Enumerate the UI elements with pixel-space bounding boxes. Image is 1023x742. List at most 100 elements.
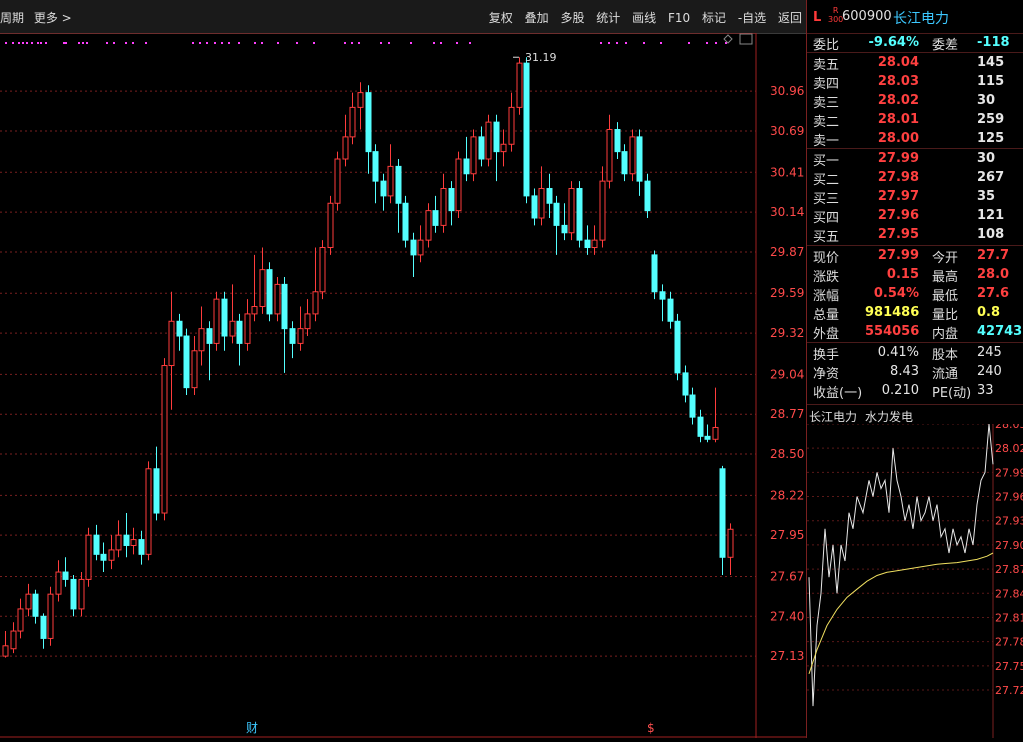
candle (508, 92, 515, 152)
bid-row[interactable]: 买二 27.98 267 (807, 168, 1023, 188)
toolbar-draw-button[interactable]: 画线 (632, 11, 656, 25)
candle-body (115, 534, 122, 551)
candle (417, 225, 424, 263)
candle-body (417, 239, 424, 256)
candle (319, 240, 326, 300)
bid-volume: 108 (977, 227, 1005, 242)
bid-row[interactable]: 买五 27.95 108 (807, 225, 1023, 245)
candle-body (304, 313, 311, 330)
toolbar-overlay-button[interactable]: 叠加 (525, 11, 549, 25)
candle (432, 195, 439, 233)
ask-row[interactable]: 卖一 28.00 125 (807, 129, 1023, 149)
candle (591, 225, 598, 255)
price-tick-label: 27.67 (770, 569, 804, 583)
stat-label: 股本 (932, 348, 959, 363)
intraday-sector[interactable]: 水力发电 (865, 408, 913, 425)
candle-body (2, 645, 9, 657)
candle-body (402, 202, 409, 241)
intraday-tick-label: 27.75 (995, 660, 1023, 673)
toolbar-back-button[interactable]: 返回 (778, 11, 802, 25)
stat-row: 外盘 554056 内盘 42743 (807, 322, 1023, 342)
event-marker-dot (113, 42, 115, 44)
candle-body (523, 62, 530, 197)
stat-label: PE(动) (932, 386, 972, 401)
ask-row[interactable]: 卖五 28.04 145 (807, 53, 1023, 73)
index-badge: R 300 (828, 6, 843, 24)
candle-body (183, 335, 190, 389)
weicha-label: 委差 (932, 38, 959, 53)
candle-body (213, 298, 220, 344)
kline-svg[interactable]: 30.96 30.69 30.41 30.14 29.87 29.59 29.32 29.04… (0, 33, 806, 738)
stat-label: 今开 (932, 251, 959, 266)
toolbar-stats-button[interactable]: 统计 (596, 11, 620, 25)
stat-value: 0.15 (886, 267, 919, 282)
intraday-tick-label: 28.02 (995, 442, 1023, 455)
toolbar-more-button[interactable]: 更多 > (34, 11, 72, 25)
bid-row[interactable]: 买三 27.97 35 (807, 187, 1023, 207)
candle (304, 299, 311, 337)
bid-row[interactable]: 买一 27.99 30 (807, 149, 1023, 169)
candle (674, 313, 681, 381)
bid-price: 27.95 (877, 227, 919, 242)
candle-body (327, 202, 334, 249)
price-tick-label: 30.69 (770, 124, 804, 138)
ask-row[interactable]: 卖三 28.02 30 (807, 91, 1023, 111)
candle-body (198, 328, 205, 352)
candle-body (93, 534, 100, 555)
stat-row: 总量 981486 量比 0.8 (807, 303, 1023, 323)
event-marker-dot (358, 42, 360, 44)
toolbar-period-button[interactable]: 周期 (0, 11, 24, 25)
candle-body (365, 92, 372, 153)
bid-label: 买五 (813, 230, 840, 245)
intraday-chart[interactable]: 28.05 28.02 27.99 27.96 27.93 27.90 27.87 27.84… (807, 418, 1023, 738)
stat-value: 981486 (865, 305, 920, 320)
candle (644, 173, 651, 219)
candle (561, 203, 568, 241)
candle-body (576, 188, 583, 241)
candle-body (153, 468, 160, 514)
event-marker-dot (715, 42, 717, 44)
candle (213, 291, 220, 351)
ask-volume: 115 (977, 74, 1005, 89)
candle (440, 173, 447, 233)
event-marker-dot (206, 42, 208, 44)
ask-row[interactable]: 卖二 28.01 259 (807, 110, 1023, 130)
candle-body (553, 202, 560, 226)
toolbar-fuquan-button[interactable]: 复权 (489, 11, 513, 25)
candle-body (274, 283, 281, 315)
candle (40, 613, 47, 649)
candle-body (17, 608, 24, 632)
toolbar-mark-button[interactable]: 标记 (702, 11, 726, 25)
candle-body (47, 593, 54, 639)
price-tick-label: 28.77 (770, 407, 804, 421)
candle (2, 631, 9, 658)
intraday-svg[interactable]: 28.05 28.02 27.99 27.96 27.93 27.90 27.87 27.84… (807, 418, 1023, 738)
candle-body (546, 188, 553, 204)
candle (206, 321, 213, 381)
candle (55, 560, 62, 602)
kline-chart[interactable]: 30.96 30.69 30.41 30.14 29.87 29.59 29.32 29.04… (0, 33, 806, 738)
candle (448, 181, 455, 226)
candle-body (395, 165, 402, 204)
event-marker-dot (313, 42, 315, 44)
candle (402, 195, 409, 248)
candle-body (108, 549, 115, 561)
high-price-label: 31.19 (525, 51, 557, 64)
ask-row[interactable]: 卖四 28.03 115 (807, 72, 1023, 92)
candle-body (674, 320, 681, 374)
candle (25, 583, 32, 617)
candle (667, 291, 674, 329)
candle-body (312, 291, 319, 315)
intraday-tick-label: 27.78 (995, 636, 1023, 649)
toolbar-multistock-button[interactable]: 多股 (560, 11, 584, 25)
event-marker-dot (63, 42, 65, 44)
candle (538, 166, 545, 226)
candle (599, 166, 606, 248)
candle-body (229, 320, 236, 337)
bid-row[interactable]: 买四 27.96 121 (807, 206, 1023, 226)
toolbar-watchlist-button[interactable]: -自选 (738, 11, 766, 25)
candle-body (281, 283, 288, 330)
ask-price: 28.00 (877, 131, 919, 146)
candle (689, 387, 696, 425)
toolbar-f10-button[interactable]: F10 (668, 11, 690, 25)
